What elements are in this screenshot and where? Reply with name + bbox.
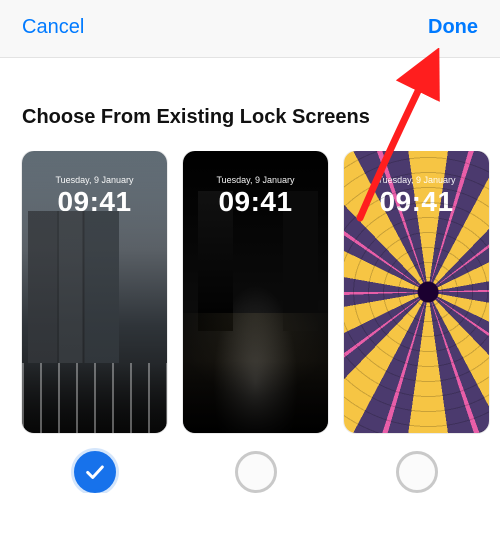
- lock-screen-thumbnail-city[interactable]: Tuesday, 9 January 09:41: [22, 151, 167, 433]
- lock-screen-thumbnail-dark-street[interactable]: Tuesday, 9 January 09:41: [183, 151, 328, 433]
- lock-screen-options: Tuesday, 9 January 09:41 Tuesday, 9 Janu…: [0, 151, 500, 493]
- lock-screen-option: Tuesday, 9 January 09:41: [22, 151, 167, 493]
- lock-screen-option: Tuesday, 9 January 09:41: [183, 151, 328, 493]
- thumbnail-date: Tuesday, 9 January: [22, 175, 167, 185]
- thumbnail-date: Tuesday, 9 January: [183, 175, 328, 185]
- navigation-bar: Cancel Done: [0, 0, 500, 58]
- thumbnail-date: Tuesday, 9 January: [344, 175, 489, 185]
- thumbnail-time: 09:41: [22, 186, 167, 218]
- section-title: Choose From Existing Lock Screens: [0, 58, 500, 151]
- cancel-button[interactable]: Cancel: [22, 16, 84, 39]
- selection-radio-selected[interactable]: [74, 451, 116, 493]
- thumbnail-time: 09:41: [344, 186, 489, 218]
- checkmark-icon: [84, 461, 106, 483]
- selection-radio[interactable]: [235, 451, 277, 493]
- lock-screen-thumbnail-emoji-spiral[interactable]: Tuesday, 9 January 09:41: [344, 151, 489, 433]
- thumbnail-time: 09:41: [183, 186, 328, 218]
- lock-screen-option: Tuesday, 9 January 09:41: [344, 151, 489, 493]
- done-button[interactable]: Done: [428, 16, 478, 39]
- selection-radio[interactable]: [396, 451, 438, 493]
